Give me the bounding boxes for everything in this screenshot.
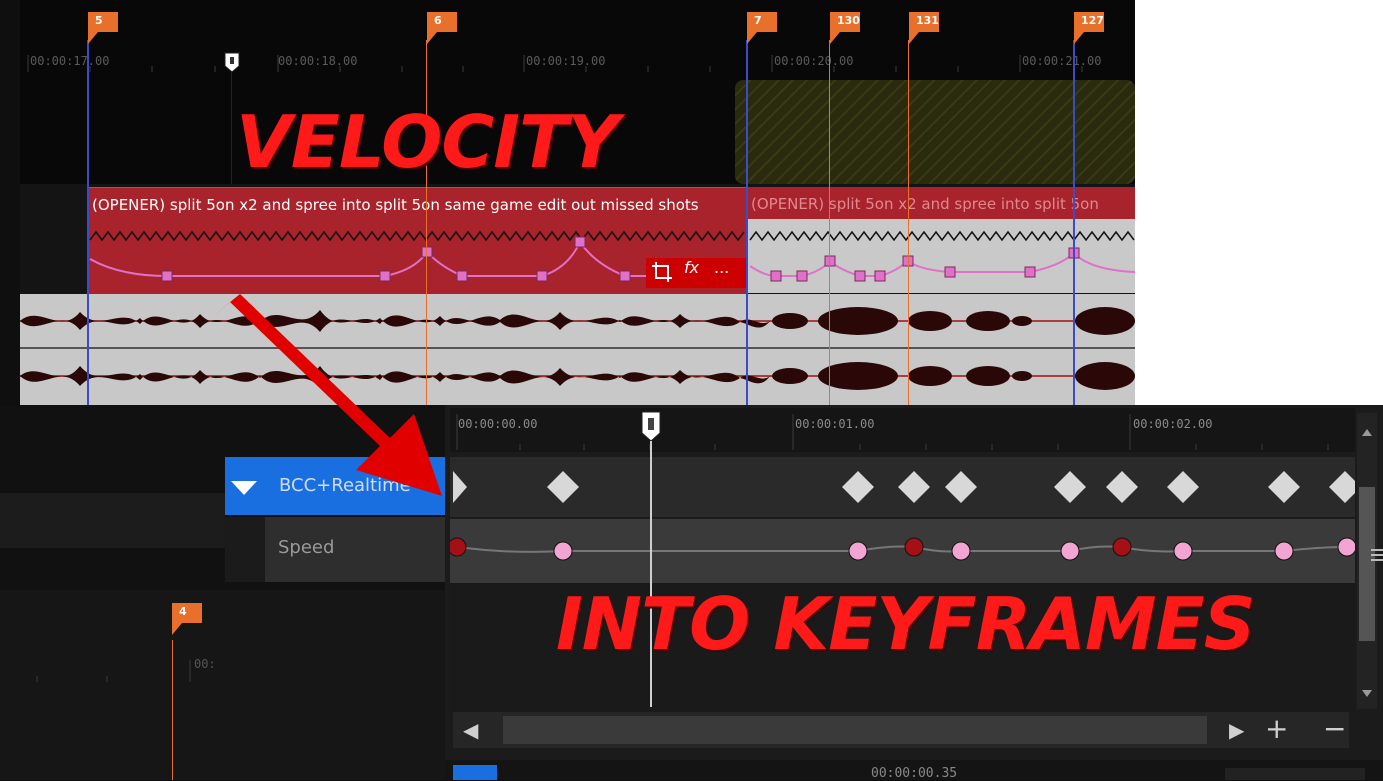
scroll-down-icon[interactable] (1361, 689, 1373, 699)
keyframe-point (951, 541, 971, 561)
zoom-in-button[interactable]: + (1265, 712, 1288, 745)
marker-label: 127 (1081, 14, 1104, 27)
ruler-label: 00:00:19.00 (526, 54, 606, 68)
marker-label: 130 (837, 14, 860, 27)
keyframe-diamond (945, 471, 977, 503)
marker-line (746, 40, 748, 405)
keyframe-toolbar: 00:00:00.35 (445, 760, 1383, 781)
keyframe-diamond (1167, 471, 1199, 503)
ruler-label: 00:00:02.00 (1133, 417, 1213, 431)
keyframe-diamond (547, 471, 579, 503)
crop-icon[interactable] (650, 260, 674, 284)
marker-label: 5 (95, 14, 103, 27)
keyframe-point (1112, 537, 1132, 557)
velocity-envelope[interactable] (20, 184, 1135, 294)
keyframe-point (1173, 541, 1193, 561)
marker-line (829, 40, 830, 405)
timeline-marker[interactable]: 7 (747, 12, 777, 44)
keyframe-playhead-handle[interactable] (640, 411, 662, 443)
scroll-left-button[interactable]: ◀ (463, 718, 478, 742)
keyframe-point (848, 541, 868, 561)
keyframe-point (1060, 541, 1080, 561)
marker-label: 131 (916, 14, 939, 27)
timeline-marker[interactable]: 6 (427, 12, 457, 44)
timeline-marker[interactable]: 131 (909, 12, 939, 44)
marker-line (87, 40, 89, 405)
keyframe-diamond (1329, 471, 1355, 503)
keyframe-diamond-row[interactable] (450, 457, 1355, 517)
keyframe-point (553, 541, 573, 561)
secondary-timeline[interactable] (0, 590, 445, 780)
marker-label: 4 (179, 605, 187, 618)
timeline-marker[interactable]: 4 (172, 603, 202, 635)
zoom-out-button[interactable]: − (1323, 712, 1346, 745)
ruler-label: 00:00:18.00 (278, 54, 358, 68)
ruler-label: 00:00:00.00 (458, 417, 538, 431)
marker-line (908, 40, 909, 405)
menu-grip-icon[interactable] (1371, 549, 1383, 561)
keyframe-point (450, 537, 467, 557)
keyframe-point (1337, 537, 1355, 557)
toolbar-active-button[interactable] (453, 765, 497, 780)
keyframe-ruler[interactable]: 00:00:00.00 00:00:01.00 00:00:02.00 (450, 408, 1355, 452)
vertical-scrollbar[interactable] (1357, 413, 1377, 709)
more-icon[interactable]: ... (714, 258, 729, 277)
speed-keyframe-row[interactable] (450, 519, 1355, 583)
timeline-marker[interactable]: 127 (1074, 12, 1104, 44)
keyframe-diamond (1054, 471, 1086, 503)
param-row-header[interactable]: Speed (225, 517, 445, 582)
horizontal-scroll-thumb[interactable] (503, 716, 1207, 744)
param-name: Speed (278, 537, 335, 558)
timeline-marker[interactable]: 5 (88, 12, 118, 44)
timeline-marker[interactable]: 130 (830, 12, 860, 44)
marker-line (1073, 40, 1075, 405)
ruler-label: 00: (194, 657, 216, 671)
keyframe-diamond (1268, 471, 1300, 503)
playhead-handle[interactable] (223, 52, 241, 74)
keyframe-point (1274, 541, 1294, 561)
ruler-label: 00:00:21.00 (1022, 54, 1102, 68)
timeline-ruler[interactable] (20, 0, 1135, 80)
red-arrow-icon (208, 294, 442, 496)
lower-left-row (0, 493, 225, 548)
ruler-label: 00:00:20.00 (774, 54, 854, 68)
scroll-right-button[interactable]: ▶ (1229, 718, 1244, 742)
horizontal-scroll-bar[interactable]: ◀ ▶ + − (453, 712, 1349, 748)
hatched-region (735, 80, 1135, 184)
marker-label: 6 (434, 14, 442, 27)
keyframe-diamond (1106, 471, 1138, 503)
main-timeline[interactable]: 00:00:17.00 00:00:18.00 00:00:19.00 00:0… (20, 0, 1135, 405)
timecode-display[interactable]: 00:00:00.35 (871, 766, 957, 781)
keyframe-diamond (898, 471, 930, 503)
ruler-label: 00:00:17.00 (30, 54, 110, 68)
into-keyframes-caption: INTO KEYFRAMES (556, 582, 1256, 666)
keyframe-diamond (842, 471, 874, 503)
scroll-up-icon[interactable] (1361, 427, 1373, 437)
fx-icon[interactable]: fx (684, 258, 699, 277)
velocity-caption: VELOCITY (236, 100, 619, 184)
toolbar-field[interactable] (1225, 768, 1365, 780)
keyframe-playhead-line (650, 441, 652, 707)
ruler-label: 00:00:01.00 (795, 417, 875, 431)
audio-waveform[interactable] (20, 294, 1135, 405)
blank-area (1135, 0, 1383, 405)
scroll-thumb[interactable] (1359, 487, 1375, 641)
marker-label: 7 (754, 14, 762, 27)
marker-line (172, 640, 173, 780)
keyframe-point (904, 537, 924, 557)
